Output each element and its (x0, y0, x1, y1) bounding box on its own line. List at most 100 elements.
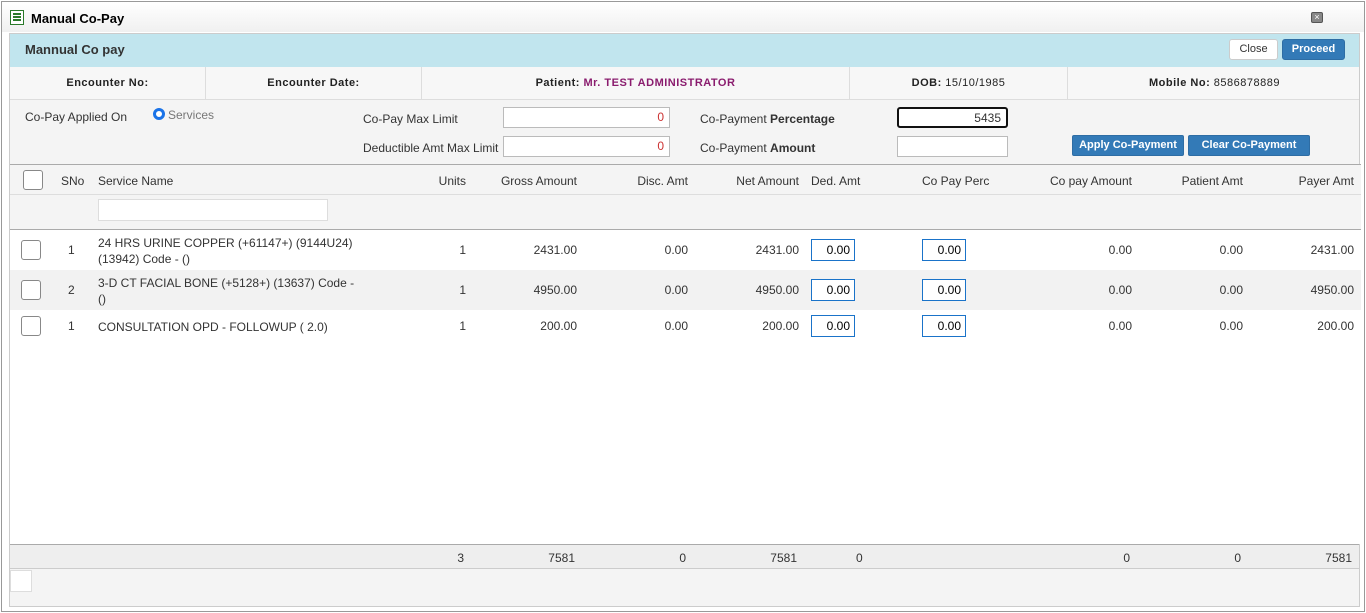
total-payer: 7581 (1325, 551, 1352, 565)
row-service-name: 24 HRS URINE COPPER (+61147+) (9144U24) … (98, 236, 353, 266)
total-disc: 0 (679, 551, 686, 565)
row-units: 1 (459, 319, 466, 333)
row-gross: 4950.00 (533, 283, 577, 297)
clear-copayment-button[interactable]: Clear Co-Payment (1188, 135, 1310, 156)
mobile: Mobile No: 8586878889 (1068, 67, 1361, 100)
row-payer-amt: 4950.00 (1310, 283, 1354, 297)
col-units[interactable]: Units (439, 174, 466, 188)
row-patient-amt: 0.00 (1219, 319, 1243, 333)
total-gross: 7581 (548, 551, 575, 565)
manual-copay-window: Manual Co-Pay × Mannual Co pay Close Pro… (1, 1, 1365, 612)
total-copay: 0 (1123, 551, 1130, 565)
patient-name: Mr. TEST ADMINISTRATOR (583, 77, 736, 89)
amount-input[interactable] (897, 136, 1008, 157)
patient-label: Patient: (535, 77, 580, 89)
col-sno[interactable]: SNo (61, 174, 84, 188)
row-gross: 200.00 (540, 319, 577, 333)
service-name-filter[interactable] (98, 199, 328, 221)
services-radio-label: Services (168, 108, 215, 122)
amount-label-b: Amount (770, 141, 816, 155)
col-net[interactable]: Net Amount (736, 174, 799, 188)
filter-row (10, 195, 1361, 230)
row-perc-input[interactable]: 0.00 (922, 279, 966, 301)
mobile-value: 8586878889 (1213, 77, 1280, 89)
percentage-label-a: Co-Payment (700, 112, 767, 126)
services-grid: SNo Service Name Units Gross Amount Disc… (10, 164, 1361, 544)
table-row[interactable]: 1 CONSULTATION OPD - FOLLOWUP ( 2.0) 1 2… (10, 310, 1361, 342)
max-limit-input[interactable]: 0 (503, 107, 670, 128)
total-ded: 0 (856, 551, 863, 565)
window-form-icon (10, 10, 24, 25)
row-ded-input[interactable]: 0.00 (811, 315, 855, 337)
row-patient-amt: 0.00 (1219, 243, 1243, 257)
percentage-label-b: Percentage (770, 112, 835, 126)
col-copay-perc[interactable]: Co Pay Perc (922, 174, 989, 188)
amount-label-a: Co-Payment (700, 141, 767, 155)
close-button[interactable]: Close (1229, 39, 1278, 60)
row-units: 1 (459, 243, 466, 257)
col-patient-amt[interactable]: Patient Amt (1182, 174, 1243, 188)
row-sno: 1 (68, 243, 75, 257)
encounter-date-label: Encounter Date: (267, 77, 360, 89)
applied-on-label: Co-Pay Applied On (25, 110, 128, 124)
services-radio[interactable] (153, 108, 165, 120)
row-service-name: CONSULTATION OPD - FOLLOWUP ( 2.0) (98, 320, 328, 334)
row-copay-amount: 0.00 (1108, 319, 1132, 333)
col-gross[interactable]: Gross Amount (501, 174, 577, 188)
col-disc[interactable]: Disc. Amt (637, 174, 688, 188)
col-payer-amt[interactable]: Payer Amt (1299, 174, 1354, 188)
row-sno: 1 (68, 319, 75, 333)
dob-value: 15/10/1985 (945, 77, 1006, 89)
grid-header: SNo Service Name Units Gross Amount Disc… (10, 165, 1361, 195)
row-checkbox[interactable] (21, 316, 41, 336)
row-perc-input[interactable]: 0.00 (922, 239, 966, 261)
pager-box[interactable] (10, 570, 32, 592)
percentage-input[interactable]: 5435 (897, 107, 1008, 128)
row-checkbox[interactable] (21, 280, 41, 300)
dob-label: DOB: (911, 77, 942, 89)
table-row[interactable]: 2 3-D CT FACIAL BONE (+5128+) (13637) Co… (10, 270, 1361, 310)
select-all-checkbox[interactable] (23, 170, 43, 190)
row-units: 1 (459, 283, 466, 297)
window-close-icon[interactable]: × (1311, 12, 1323, 23)
percentage-label: Co-Payment Percentage (700, 112, 835, 126)
deductible-label: Deductible Amt Max Limit (363, 141, 499, 155)
row-payer-amt: 200.00 (1317, 319, 1354, 333)
total-units: 3 (457, 551, 464, 565)
panel-title: Mannual Co pay (25, 42, 125, 57)
deductible-input[interactable]: 0 (503, 136, 670, 157)
col-ded[interactable]: Ded. Amt (811, 174, 860, 188)
row-copay-amount: 0.00 (1108, 283, 1132, 297)
col-copay-amount[interactable]: Co pay Amount (1050, 174, 1132, 188)
row-perc-input[interactable]: 0.00 (922, 315, 966, 337)
row-checkbox[interactable] (21, 240, 41, 260)
patient-info-bar: Encounter No: Encounter Date: Patient: M… (10, 67, 1359, 100)
row-net: 2431.00 (755, 243, 799, 257)
mobile-label: Mobile No: (1149, 77, 1211, 89)
encounter-date: Encounter Date: (206, 67, 422, 100)
row-service-name: 3-D CT FACIAL BONE (+5128+) (13637) Code… (98, 276, 355, 306)
row-copay-amount: 0.00 (1108, 243, 1132, 257)
col-service-name[interactable]: Service Name (98, 174, 173, 188)
row-gross: 2431.00 (533, 243, 577, 257)
row-net: 4950.00 (755, 283, 799, 297)
row-ded-input[interactable]: 0.00 (811, 239, 855, 261)
row-disc: 0.00 (664, 243, 688, 257)
total-patient: 0 (1234, 551, 1241, 565)
row-disc: 0.00 (664, 319, 688, 333)
table-row[interactable]: 1 24 HRS URINE COPPER (+61147+) (9144U24… (10, 230, 1361, 270)
row-patient-amt: 0.00 (1219, 283, 1243, 297)
panel-header: Mannual Co pay Close Proceed (10, 34, 1359, 67)
amount-label: Co-Payment Amount (700, 141, 815, 155)
title-bar: Manual Co-Pay × (2, 2, 1364, 32)
max-limit-label: Co-Pay Max Limit (363, 112, 458, 126)
proceed-button[interactable]: Proceed (1282, 39, 1345, 60)
row-ded-input[interactable]: 0.00 (811, 279, 855, 301)
total-net: 7581 (770, 551, 797, 565)
dob: DOB: 15/10/1985 (850, 67, 1068, 100)
apply-copayment-button[interactable]: Apply Co-Payment (1072, 135, 1184, 156)
row-sno: 2 (68, 283, 75, 297)
patient: Patient: Mr. TEST ADMINISTRATOR (422, 67, 850, 100)
encounter-no: Encounter No: (10, 67, 206, 100)
row-payer-amt: 2431.00 (1310, 243, 1354, 257)
